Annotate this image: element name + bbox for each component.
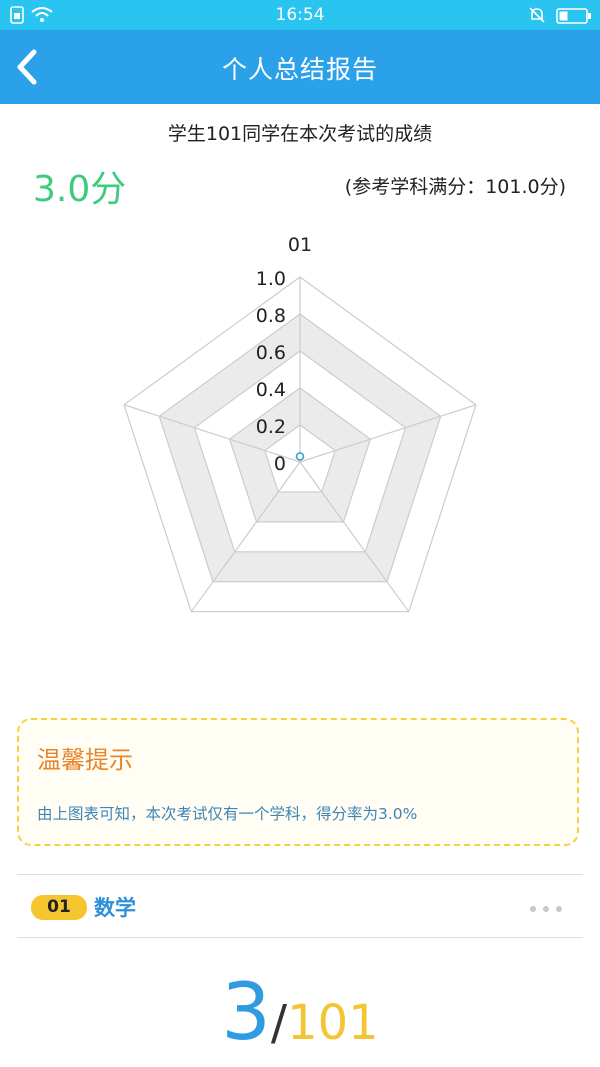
bell-muted-icon xyxy=(529,7,545,23)
subject-row[interactable]: 01 数学 xyxy=(0,876,600,937)
battery-icon xyxy=(556,8,591,24)
subject-score: 3/101 xyxy=(0,968,600,1058)
radar-tick-label: 0.2 xyxy=(256,416,286,438)
radar-tick-label: 1.0 xyxy=(256,268,286,290)
full-mark-note: (参考学科满分：101.0分) xyxy=(344,176,566,198)
radar-chart: 0 0.2 0.4 0.6 0.8 1.001 xyxy=(123,234,477,613)
subject-score-value: 3 xyxy=(221,968,271,1058)
more-icon[interactable] xyxy=(530,906,562,914)
page-title: 个人总结报告 xyxy=(221,55,378,84)
radar-data-point xyxy=(295,452,305,461)
subject-score-total: 101 xyxy=(287,995,379,1051)
radar-tick-label: 0.8 xyxy=(256,305,286,327)
tip-box: 温馨提示 由上图表可知，本次考试仅有一个学科，得分率为3.0% xyxy=(17,718,579,846)
report-subtitle: 学生101同学在本次考试的成绩 xyxy=(167,123,433,145)
app-header: 个人总结报告 xyxy=(0,30,600,104)
radar-tick-label: 0.4 xyxy=(256,379,286,401)
subject-index-badge: 01 xyxy=(31,895,87,920)
radar-tick-label: 0.6 xyxy=(256,342,286,364)
divider xyxy=(17,874,583,875)
radar-axis-label: 01 xyxy=(288,234,312,256)
tip-title: 温馨提示 xyxy=(37,746,133,774)
status-bar: 16:54 xyxy=(0,0,600,30)
status-time: 16:54 xyxy=(275,5,325,25)
subject-name: 数学 xyxy=(94,896,136,920)
divider xyxy=(17,937,583,938)
subject-score-separator: / xyxy=(270,995,288,1051)
radar-tick-label: 0 xyxy=(274,453,286,475)
total-score: 3.0分 xyxy=(33,169,127,210)
tip-text: 由上图表可知，本次考试仅有一个学科，得分率为3.0% xyxy=(37,805,418,823)
